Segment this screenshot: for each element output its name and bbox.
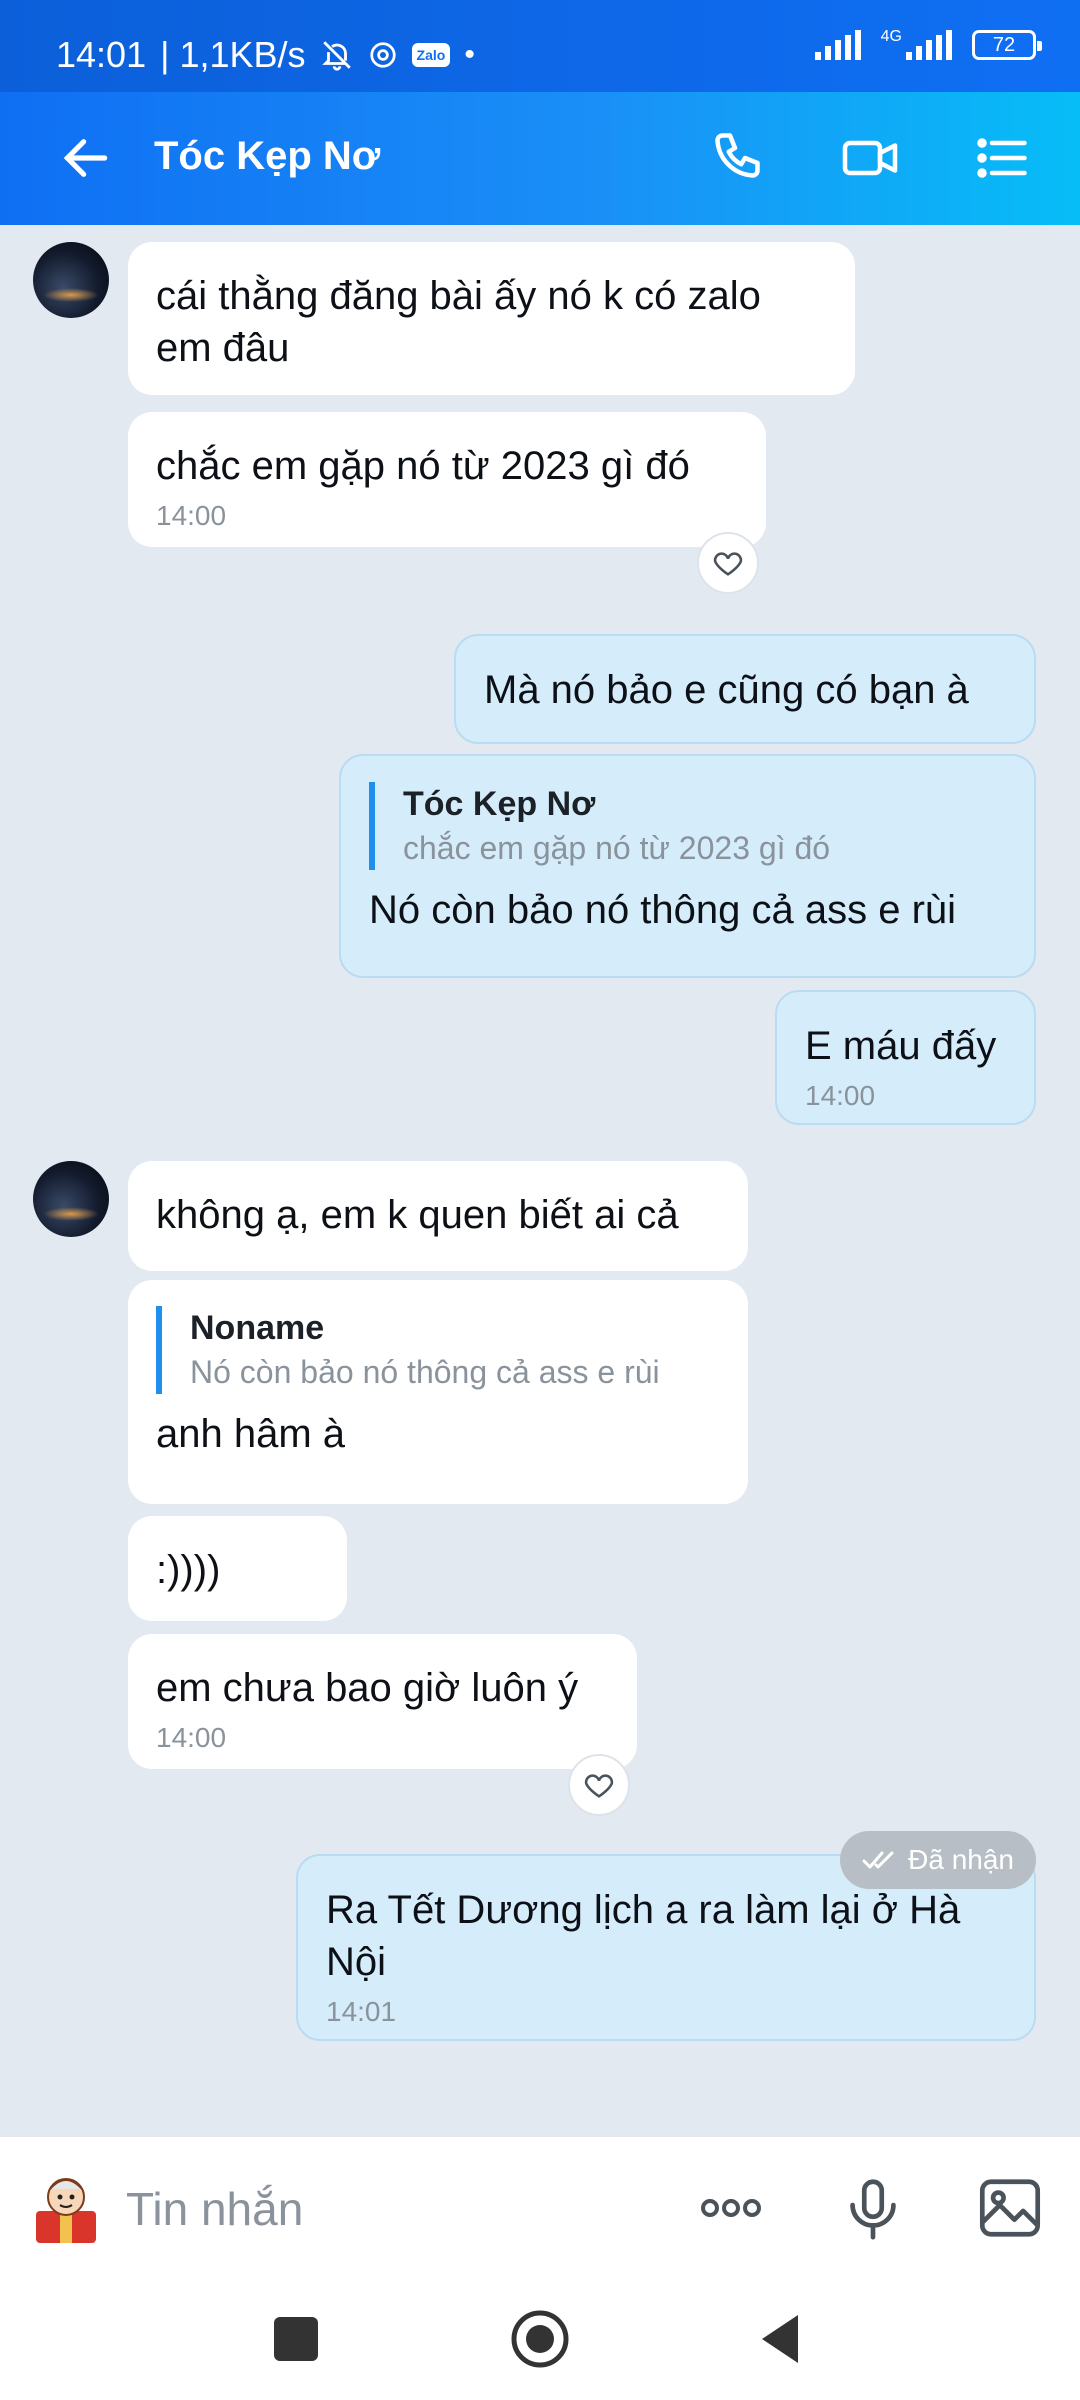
reply-quote[interactable]: Tóc Kẹp Nơ chắc em gặp nó từ 2023 gì đó bbox=[369, 782, 1006, 870]
message-text: Ra Tết Dương lịch a ra làm lại ở Hà Nội bbox=[326, 1888, 961, 1984]
image-icon[interactable] bbox=[975, 2173, 1045, 2243]
quote-text: Nó còn bảo nó thông cả ass e rùi bbox=[190, 1354, 660, 1390]
back-arrow-icon[interactable] bbox=[58, 130, 114, 186]
avatar[interactable] bbox=[33, 1161, 109, 1237]
top-bar: 14:01 | 1,1KB/s Zalo • 4G 72 Tóc Kẹp Nơ bbox=[0, 0, 1080, 225]
avatar[interactable] bbox=[33, 242, 109, 318]
nav-home-icon[interactable] bbox=[508, 2307, 572, 2371]
status-right: 4G 72 bbox=[814, 28, 1042, 60]
message-text: E máu đấy bbox=[805, 1024, 997, 1068]
status-left: 14:01 | 1,1KB/s Zalo • bbox=[56, 34, 475, 76]
sticker-icon[interactable] bbox=[30, 2167, 102, 2247]
message-bubble[interactable]: Tóc Kẹp Nơ chắc em gặp nó từ 2023 gì đó … bbox=[339, 754, 1036, 978]
phone-icon[interactable] bbox=[710, 128, 770, 188]
message-time: 14:00 bbox=[805, 1080, 876, 1111]
double-check-icon bbox=[862, 1851, 894, 1869]
message-input-bar: Tin nhắn bbox=[0, 2135, 1080, 2275]
message-bubble[interactable]: chắc em gặp nó từ 2023 gì đó 14:00 bbox=[128, 412, 766, 547]
chat-title[interactable]: Tóc Kẹp Nơ bbox=[154, 134, 380, 179]
nav-back-icon[interactable] bbox=[752, 2307, 816, 2371]
threads-icon bbox=[369, 42, 396, 68]
more-icon[interactable] bbox=[696, 2173, 766, 2243]
quote-text: chắc em gặp nó từ 2023 gì đó bbox=[403, 830, 831, 866]
bell-off-icon bbox=[321, 41, 351, 71]
chat-header: Tóc Kẹp Nơ bbox=[0, 92, 1080, 225]
message-bubble[interactable]: không ạ, em k quen biết ai cả bbox=[128, 1161, 748, 1271]
quote-name: Tóc Kẹp Nơ bbox=[403, 785, 596, 823]
zalo-badge-icon: Zalo bbox=[411, 43, 451, 67]
message-text: :)))) bbox=[156, 1548, 221, 1592]
video-call-icon[interactable] bbox=[840, 128, 900, 188]
status-bar: 14:01 | 1,1KB/s Zalo • 4G 72 bbox=[0, 0, 1080, 92]
menu-list-icon[interactable] bbox=[972, 128, 1032, 188]
message-bubble[interactable]: em chưa bao giờ luôn ý 14:00 bbox=[128, 1634, 637, 1769]
delivery-status-badge: Đã nhận bbox=[840, 1831, 1036, 1889]
message-time: 14:00 bbox=[156, 500, 227, 531]
battery-icon: 72 bbox=[972, 30, 1042, 60]
system-nav-bar bbox=[0, 2275, 1080, 2400]
status-time: 14:01 bbox=[56, 34, 147, 75]
heart-icon[interactable] bbox=[568, 1754, 630, 1816]
dot-icon: • bbox=[464, 38, 475, 71]
message-input[interactable]: Tin nhắn bbox=[126, 2182, 303, 2236]
reply-quote[interactable]: Noname Nó còn bảo nó thông cả ass e rùi bbox=[156, 1306, 720, 1394]
message-bubble[interactable]: Noname Nó còn bảo nó thông cả ass e rùi … bbox=[128, 1280, 748, 1504]
quote-name: Noname bbox=[190, 1309, 325, 1347]
nav-square-icon[interactable] bbox=[264, 2307, 328, 2371]
message-time: 14:01 bbox=[326, 1996, 397, 2027]
message-time: 14:00 bbox=[156, 1722, 227, 1753]
message-text: em chưa bao giờ luôn ý bbox=[156, 1666, 579, 1710]
signal-4g-icon bbox=[906, 30, 952, 60]
status-speed: | 1,1KB/s bbox=[160, 34, 306, 75]
signal-icon bbox=[814, 30, 861, 60]
message-bubble[interactable]: Mà nó bảo e cũng có bạn à bbox=[454, 634, 1036, 744]
message-text: cái thằng đăng bài ấy nó k có zalo em đâ… bbox=[156, 274, 761, 370]
delivery-status-text: Đã nhận bbox=[908, 1844, 1014, 1875]
message-text: anh hâm à bbox=[156, 1412, 346, 1456]
message-text: Nó còn bảo nó thông cả ass e rùi bbox=[369, 888, 957, 932]
message-bubble[interactable]: E máu đấy 14:00 bbox=[775, 990, 1036, 1125]
message-bubble[interactable]: cái thằng đăng bài ấy nó k có zalo em đâ… bbox=[128, 242, 855, 395]
heart-icon[interactable] bbox=[697, 532, 759, 594]
message-text: không ạ, em k quen biết ai cả bbox=[156, 1193, 679, 1237]
message-bubble[interactable]: :)))) bbox=[128, 1516, 347, 1621]
message-text: Mà nó bảo e cũng có bạn à bbox=[484, 668, 969, 712]
network-label: 4G bbox=[880, 28, 902, 45]
message-text: chắc em gặp nó từ 2023 gì đó bbox=[156, 444, 690, 488]
microphone-icon[interactable] bbox=[838, 2173, 908, 2243]
battery-level: 72 bbox=[992, 33, 1016, 56]
